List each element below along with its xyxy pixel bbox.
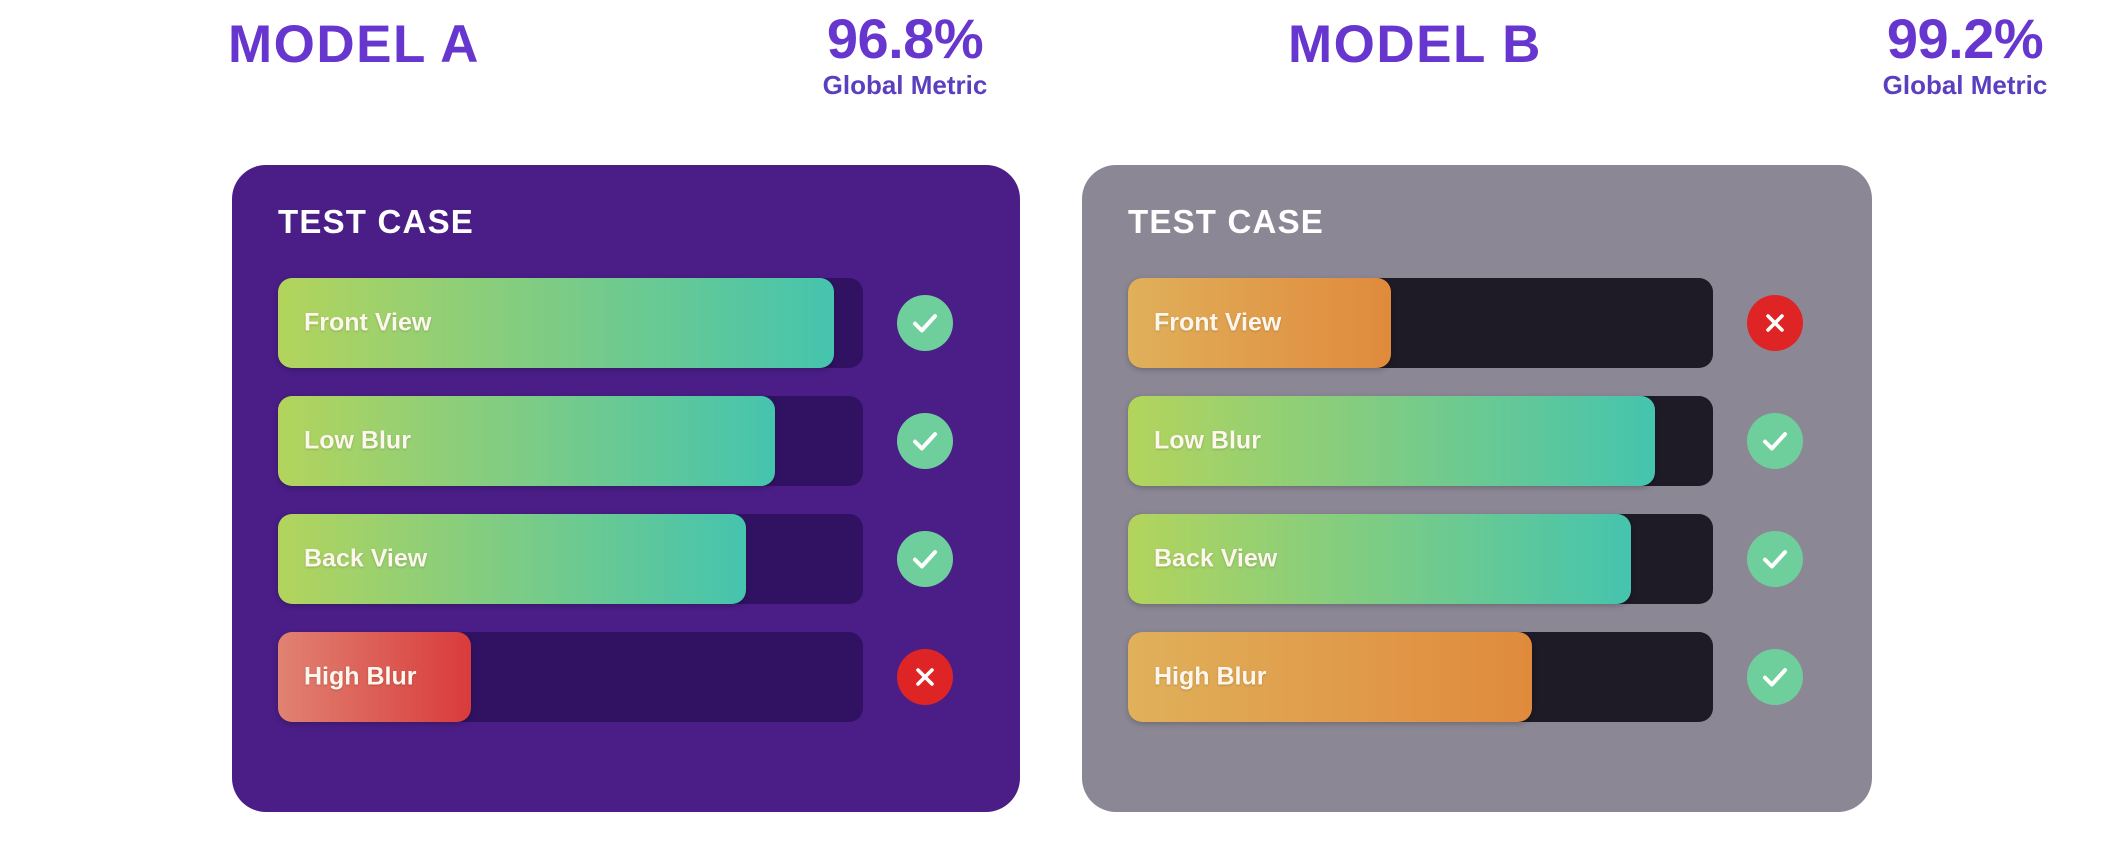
model-a-header: MODEL A 96.8% Global Metric — [0, 0, 1060, 165]
row-label: High Blur — [304, 662, 417, 691]
status-fail-cross-icon — [1747, 295, 1803, 351]
row-label: Back View — [1154, 544, 1278, 573]
table-row: Back View — [278, 514, 974, 604]
progress-fill[interactable]: Low Blur — [278, 396, 776, 486]
status-pass-check-icon — [897, 413, 953, 469]
table-row: High Blur — [1128, 632, 1826, 722]
row-label: High Blur — [1154, 662, 1267, 691]
model-b-title: MODEL B — [1288, 15, 1542, 74]
model-a-metric-label: Global Metric — [822, 69, 988, 100]
progress-track: Front View — [278, 278, 863, 368]
status-pass-check-icon — [1747, 413, 1803, 469]
model-b-panel: MODEL B 99.2% Global Metric TEST CASE Fr… — [1060, 0, 2120, 848]
model-a-global-metric: 96.8% Global Metric — [780, 7, 1030, 100]
model-a-row-list: Front View Low Blur Back View High Blur — [278, 278, 974, 722]
status-pass-check-icon — [897, 531, 953, 587]
progress-fill[interactable]: High Blur — [1128, 632, 1532, 722]
model-b-test-case-card: TEST CASE Front View Low Blur Back View … — [1082, 165, 1872, 812]
table-row: Back View — [1128, 514, 1826, 604]
table-row: Front View — [1128, 278, 1826, 368]
model-a-panel: MODEL A 96.8% Global Metric TEST CASE Fr… — [0, 0, 1060, 848]
table-row: Front View — [278, 278, 974, 368]
comparison-dashboard: MODEL A 96.8% Global Metric TEST CASE Fr… — [0, 0, 2120, 848]
progress-track: High Blur — [1128, 632, 1713, 722]
progress-fill[interactable]: High Blur — [278, 632, 472, 722]
progress-fill[interactable]: Back View — [278, 514, 746, 604]
status-pass-check-icon — [897, 295, 953, 351]
progress-track: Back View — [1128, 514, 1713, 604]
progress-track: Low Blur — [1128, 396, 1713, 486]
progress-track: Low Blur — [278, 396, 863, 486]
model-b-metric-label: Global Metric — [1882, 69, 2048, 100]
row-label: Back View — [304, 544, 428, 573]
table-row: Low Blur — [1128, 396, 1826, 486]
model-b-row-list: Front View Low Blur Back View High Blur — [1128, 278, 1826, 722]
table-row: High Blur — [278, 632, 974, 722]
progress-track: High Blur — [278, 632, 863, 722]
row-label: Low Blur — [304, 426, 411, 455]
progress-track: Front View — [1128, 278, 1713, 368]
model-a-title: MODEL A — [228, 15, 480, 74]
row-label: Front View — [1154, 308, 1282, 337]
row-label: Low Blur — [1154, 426, 1261, 455]
status-fail-cross-icon — [897, 649, 953, 705]
model-b-header: MODEL B 99.2% Global Metric — [1060, 0, 2120, 165]
model-a-metric-value: 96.8% — [826, 7, 984, 70]
row-label: Front View — [304, 308, 432, 337]
progress-fill[interactable]: Front View — [1128, 278, 1392, 368]
model-b-card-title: TEST CASE — [1128, 203, 1324, 240]
model-a-card-title: TEST CASE — [278, 203, 474, 240]
progress-track: Back View — [278, 514, 863, 604]
progress-fill[interactable]: Low Blur — [1128, 396, 1655, 486]
status-pass-check-icon — [1747, 649, 1803, 705]
model-a-test-case-card: TEST CASE Front View Low Blur Back View … — [232, 165, 1020, 812]
model-b-global-metric: 99.2% Global Metric — [1840, 7, 2090, 100]
progress-fill[interactable]: Back View — [1128, 514, 1632, 604]
model-b-metric-value: 99.2% — [1886, 7, 2044, 70]
table-row: Low Blur — [278, 396, 974, 486]
status-pass-check-icon — [1747, 531, 1803, 587]
progress-fill[interactable]: Front View — [278, 278, 834, 368]
